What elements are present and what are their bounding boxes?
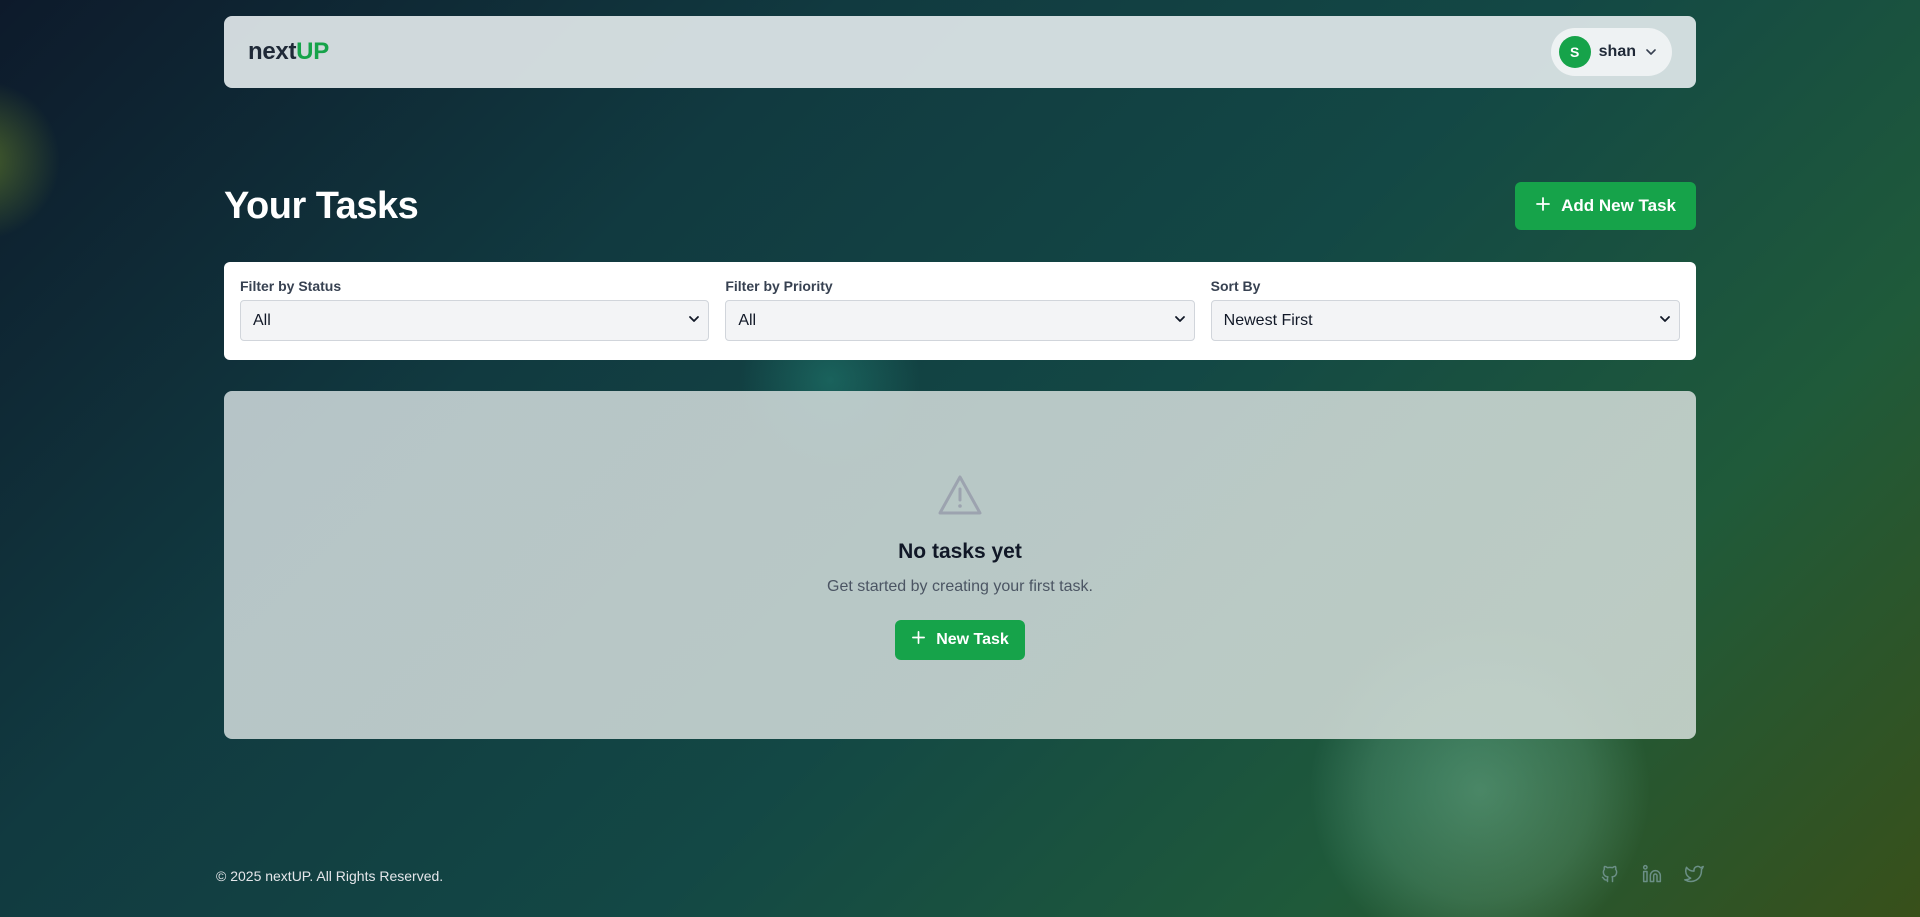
warning-triangle-icon — [936, 473, 984, 522]
status-filter-value: All — [253, 311, 271, 329]
filters-panel: Filter by Status All Filter by Priority … — [224, 262, 1696, 360]
chevron-down-icon — [1659, 312, 1671, 330]
user-menu-button[interactable]: S shan — [1550, 28, 1672, 76]
add-new-task-label: Add New Task — [1561, 196, 1676, 215]
github-icon[interactable] — [1600, 864, 1620, 889]
sort-value: Newest First — [1223, 311, 1313, 329]
chevron-down-icon — [1174, 312, 1186, 330]
linkedin-icon[interactable] — [1642, 864, 1662, 889]
empty-state-subtitle: Get started by creating your first task. — [827, 578, 1093, 595]
footer: © 2025 nextUP. All Rights Reserved. — [216, 862, 1704, 890]
priority-filter-value: All — [738, 311, 757, 329]
plus-icon — [1535, 196, 1551, 217]
chevron-down-icon — [688, 312, 700, 330]
logo-text-next: next — [248, 38, 297, 65]
status-filter-label: Filter by Status — [240, 278, 342, 294]
status-filter: Filter by Status All — [240, 278, 710, 360]
app-logo[interactable]: nextUP — [248, 38, 329, 66]
user-name: shan — [1598, 43, 1636, 60]
empty-state-title: No tasks yet — [898, 540, 1022, 563]
status-filter-select[interactable]: All — [240, 300, 710, 341]
empty-state-panel: No tasks yet Get started by creating you… — [224, 391, 1696, 739]
sort-filter-label: Sort By — [1210, 278, 1261, 294]
twitter-icon[interactable] — [1684, 864, 1704, 889]
priority-filter-select[interactable]: All — [725, 300, 1195, 341]
logo-text-up: UP — [296, 38, 329, 65]
top-navbar: nextUP S shan — [224, 16, 1696, 88]
add-new-task-button[interactable]: Add New Task — [1515, 182, 1696, 230]
plus-icon — [911, 630, 926, 650]
sort-filter: Sort By Newest First — [1210, 278, 1680, 360]
title-row: Your Tasks Add New Task — [224, 182, 1696, 230]
user-avatar: S — [1558, 36, 1591, 68]
new-task-button[interactable]: New Task — [895, 620, 1025, 660]
chevron-down-icon — [1644, 45, 1658, 59]
page-title: Your Tasks — [224, 184, 419, 227]
priority-filter: Filter by Priority All — [725, 278, 1195, 360]
copyright-text: © 2025 nextUP. All Rights Reserved. — [216, 868, 444, 884]
sort-select[interactable]: Newest First — [1210, 300, 1680, 341]
social-links — [1600, 864, 1704, 889]
new-task-label: New Task — [936, 631, 1009, 648]
priority-filter-label: Filter by Priority — [725, 278, 833, 294]
